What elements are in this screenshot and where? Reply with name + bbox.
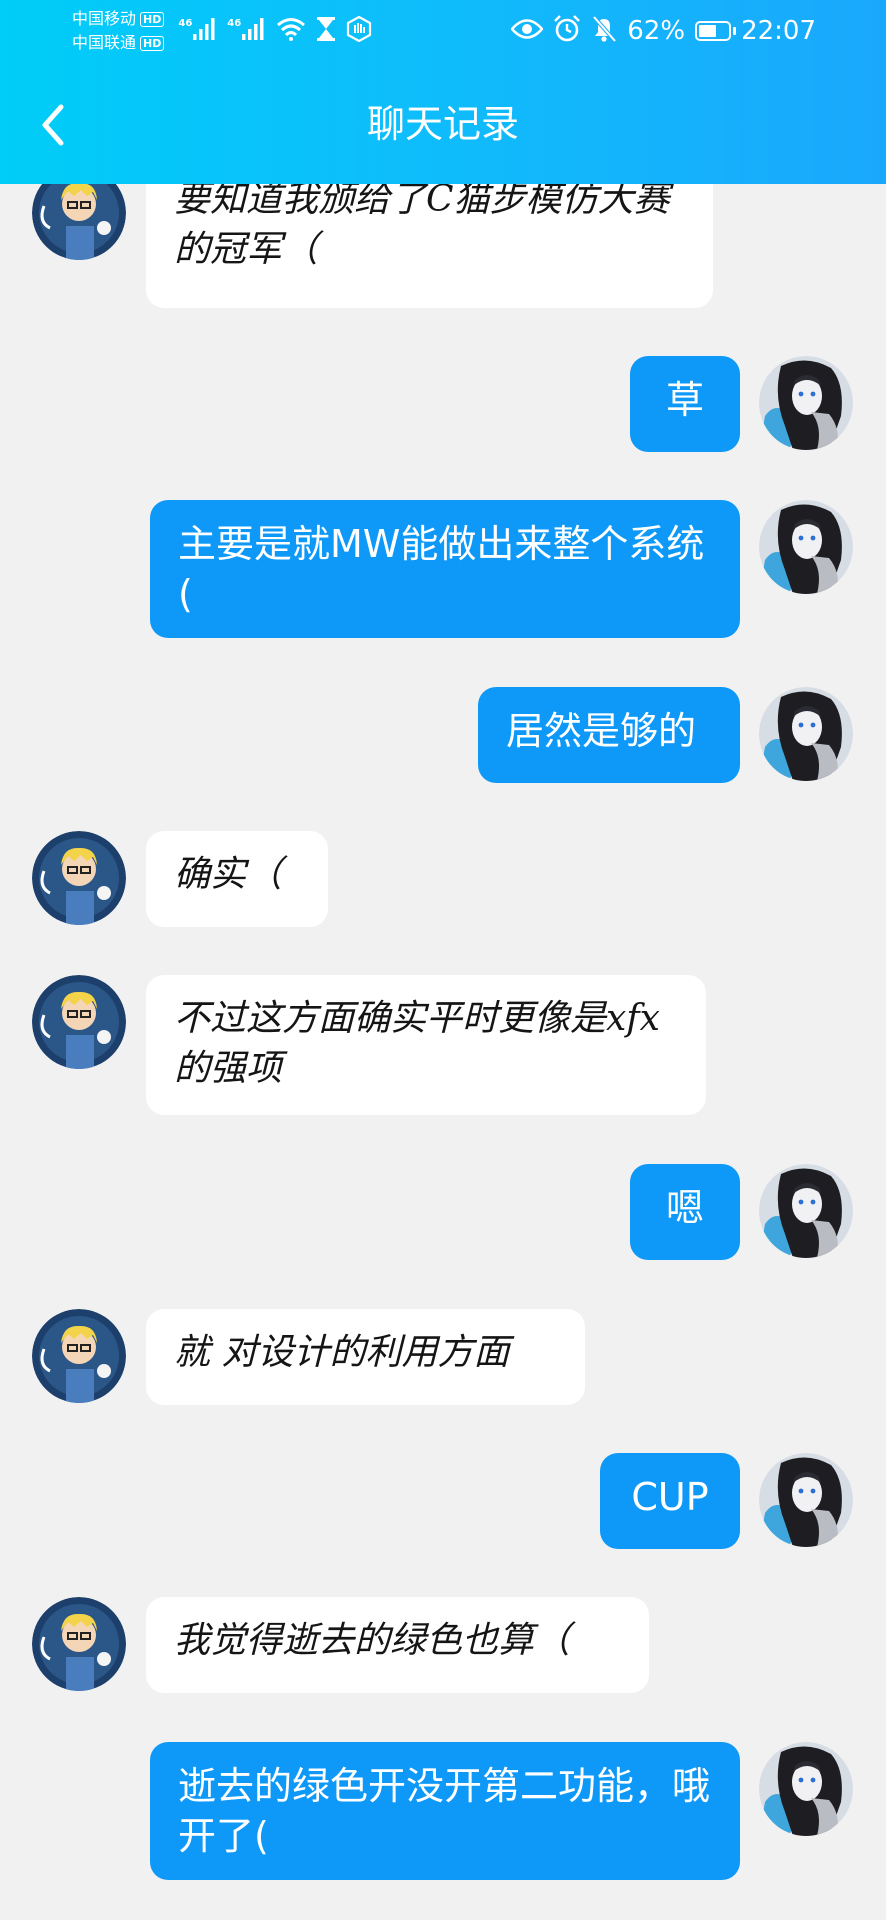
page-title: 聊天记录	[366, 102, 519, 146]
message-text: CUP	[631, 1475, 709, 1519]
message-bubble[interactable]: 主要是就MW能做出来整个系统(	[150, 500, 740, 638]
signal-icon: 46	[227, 18, 266, 40]
status-bar-right: 62% 22:07	[510, 14, 816, 48]
message-bubble[interactable]: 就 对设计的利用方面	[146, 1309, 585, 1405]
message-text: 要知道我颁给了C猫步模仿大赛的冠军（	[174, 179, 670, 270]
carrier-info: 中国移动 HD 中国联通 HD	[72, 8, 165, 54]
alarm-icon	[553, 15, 581, 47]
contact-avatar[interactable]	[32, 975, 126, 1069]
message-bubble[interactable]: 逝去的绿色开没开第二功能，哦开了(	[150, 1742, 740, 1880]
message-text: 嗯	[665, 1186, 704, 1230]
carrier-1-label: 中国移动	[72, 9, 137, 28]
status-bar-left: 中国移动 HD 中国联通 HD 46 46	[72, 8, 372, 54]
my-avatar[interactable]	[759, 687, 853, 781]
battery-icon	[695, 21, 737, 41]
message-bubble[interactable]: 我觉得逝去的绿色也算（	[146, 1597, 649, 1693]
message-text: 草	[665, 378, 704, 422]
clock-time: 22:07	[741, 16, 816, 46]
contact-avatar[interactable]	[32, 1597, 126, 1691]
my-avatar[interactable]	[759, 1742, 853, 1836]
my-avatar[interactable]	[759, 500, 853, 594]
message-bubble[interactable]: 嗯	[630, 1164, 740, 1260]
battery-level	[699, 25, 716, 37]
message-text: 我觉得逝去的绿色也算（	[174, 1620, 571, 1661]
carrier-2-label: 中国联通	[72, 33, 137, 52]
battery-percent: 62%	[627, 16, 686, 46]
hand-icon	[346, 16, 372, 42]
my-avatar[interactable]	[759, 356, 853, 450]
message-text: 主要是就MW能做出来整个系统(	[178, 522, 705, 616]
signal-icon: 46	[178, 18, 217, 40]
message-text: 居然是够的	[506, 709, 697, 753]
message-text: 就 对设计的利用方面	[174, 1332, 510, 1373]
contact-avatar[interactable]	[32, 1309, 126, 1403]
message-bubble[interactable]: 草	[630, 356, 740, 452]
contact-avatar[interactable]	[32, 831, 126, 925]
hd-badge: HD	[140, 11, 165, 27]
message-bubble[interactable]: CUP	[600, 1453, 740, 1549]
message-text: 确实（	[174, 854, 283, 895]
my-avatar[interactable]	[759, 1453, 853, 1547]
chat-history-screen: 要知道我颁给了C猫步模仿大赛的冠军（ 草 主要是就MW能做出来整个系统( 居然是…	[0, 0, 886, 1920]
hd-badge: HD	[140, 35, 165, 51]
message-text: 逝去的绿色开没开第二功能，哦开了(	[178, 1764, 711, 1858]
title-bar: 聊天记录	[0, 92, 886, 162]
message-bubble[interactable]: 确实（	[146, 831, 328, 927]
mute-bell-icon	[591, 15, 617, 47]
eye-icon	[510, 18, 545, 44]
my-avatar[interactable]	[759, 1164, 853, 1258]
wifi-icon	[276, 17, 306, 41]
app-header: 中国移动 HD 中国联通 HD 46 46 62% 22:07 聊天记录	[0, 0, 886, 184]
hourglass-icon	[316, 17, 336, 41]
message-bubble[interactable]: 居然是够的	[478, 687, 740, 783]
message-text: 不过这方面确实平时更像是xfx的强项	[174, 998, 660, 1089]
message-bubble[interactable]: 不过这方面确实平时更像是xfx的强项	[146, 975, 706, 1115]
